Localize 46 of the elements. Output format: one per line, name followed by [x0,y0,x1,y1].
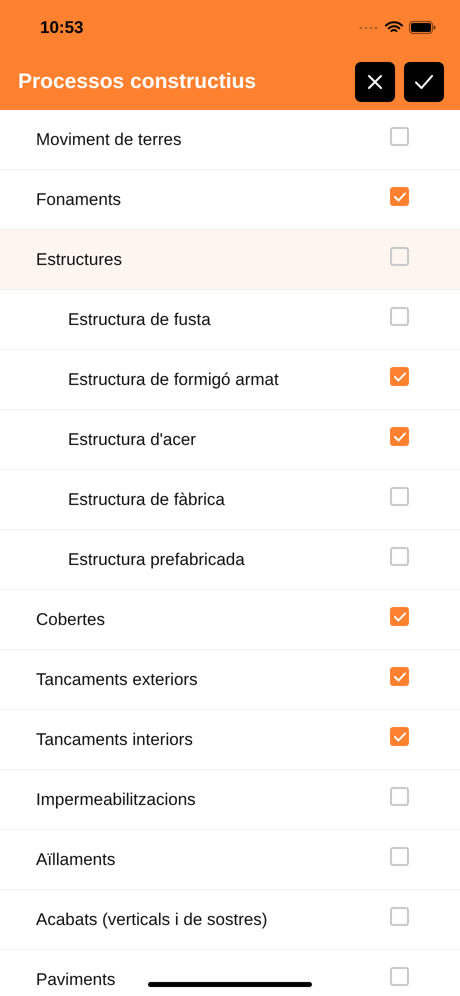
signal-icon [359,26,379,30]
cancel-button[interactable] [355,62,395,102]
item-label: Tancaments interiors [36,730,193,750]
item-label: Estructura de fàbrica [68,490,225,510]
item-label: Tancaments exteriors [36,670,198,690]
checkbox[interactable] [390,667,409,686]
item-label: Cobertes [36,610,105,630]
checkbox[interactable] [390,727,409,746]
item-label: Paviments [36,970,116,990]
checkbox[interactable] [390,967,409,986]
status-time: 10:53 [40,18,84,38]
checkbox[interactable] [390,487,409,506]
checkbox[interactable] [390,787,409,806]
checkmark-icon [394,732,406,742]
checkmark-icon [394,432,406,442]
battery-icon [409,21,436,34]
checkbox[interactable] [390,307,409,326]
checkbox[interactable] [390,247,409,266]
item-label: Estructura de fusta [68,310,211,330]
checkmark-icon [394,372,406,382]
item-label: Estructura prefabricada [68,550,245,570]
checkbox[interactable] [390,367,409,386]
close-icon [367,74,383,90]
checkbox[interactable] [390,607,409,626]
item-label: Estructura d'acer [68,430,196,450]
item-label: Acabats (verticals i de sostres) [36,910,268,930]
confirm-button[interactable] [404,62,444,102]
checkmark-icon [394,612,406,622]
item-label: Fonaments [36,190,122,210]
item-label: Estructures [36,250,122,270]
checkmark-icon [415,75,433,89]
checkmark-icon [394,192,406,202]
checkbox[interactable] [390,907,409,926]
wifi-icon [385,21,403,34]
checkbox[interactable] [390,187,409,206]
checkbox[interactable] [390,547,409,566]
checkmark-icon [394,672,406,682]
item-label: Estructura de formigó armat [68,370,279,390]
list-row[interactable]: Estructures [0,230,460,290]
item-label: Impermeabilitzacions [36,790,196,810]
checkbox[interactable] [390,847,409,866]
screen-title: Processos constructius [18,70,256,94]
item-label: Moviment de terres [36,130,182,150]
checkbox[interactable] [390,127,409,146]
item-label: Aïllaments [36,850,116,870]
checkbox[interactable] [390,427,409,446]
